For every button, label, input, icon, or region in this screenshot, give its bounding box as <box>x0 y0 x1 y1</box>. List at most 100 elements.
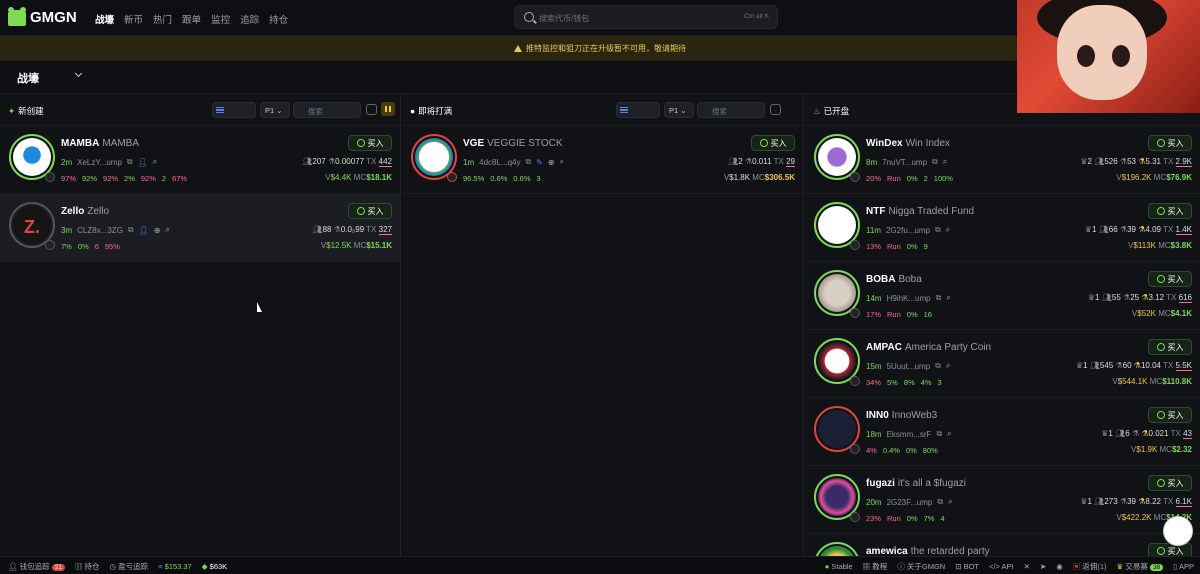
search-icon[interactable]: ⌕ <box>948 497 952 507</box>
mute-icon[interactable] <box>366 104 377 115</box>
buy-button[interactable]: 买入 <box>348 203 392 219</box>
chat-bubble-icon[interactable] <box>1163 516 1193 546</box>
page-title: 战壕 <box>17 73 39 85</box>
token-address[interactable]: Eksmm...srF <box>887 430 932 439</box>
buy-button[interactable]: 买入 <box>348 135 392 151</box>
filter-icon <box>216 107 224 113</box>
chevron-down-icon[interactable] <box>74 69 83 78</box>
token-row[interactable]: BOBA Boba 买入 14m H9ihK...ump ⧉ ⌕ 17% Run 0% 16 ♛1 👥… <box>805 262 1200 330</box>
telegram-icon[interactable]: ➤ <box>1040 562 1046 571</box>
pnl-track-link[interactable]: ◷ 盈亏追踪 <box>110 561 149 572</box>
contest-link[interactable]: ♛ 交易赛 38 <box>1117 561 1164 572</box>
buy-button[interactable]: 买入 <box>1148 543 1192 556</box>
twitter-icon[interactable]: ✕ <box>1024 562 1030 571</box>
nav-holdings[interactable]: 持仓 <box>269 12 288 26</box>
search-icon[interactable]: ⌕ <box>560 157 564 167</box>
buy-button[interactable]: 买入 <box>1148 203 1192 219</box>
search-icon[interactable]: ⌕ <box>166 225 170 235</box>
user-icon[interactable]: 👤︎ <box>138 158 148 167</box>
column-search-input[interactable]: 搜索 <box>293 102 361 118</box>
nav-new[interactable]: 新币 <box>124 12 143 26</box>
search-placeholder: 搜索代币/钱包 <box>539 14 590 23</box>
token-row[interactable]: INN0 InnoWeb3 买入 18m Eksmm...srF ⧉ ⌕ 4% 0.4% 0% 80… <box>805 398 1200 466</box>
about-link[interactable]: ⓘ 关于GMGN <box>897 561 945 572</box>
pump-badge-icon <box>447 172 457 182</box>
buy-button[interactable]: 买入 <box>1148 135 1192 151</box>
holders-icon: 👥︎ <box>1101 293 1112 302</box>
search-shortcut: Ctrl alt K <box>744 13 769 20</box>
nav-copytrade[interactable]: 跟单 <box>182 12 201 26</box>
page-select[interactable]: P1 ⌄ <box>664 102 694 118</box>
copy-icon[interactable]: ⧉ <box>526 157 532 167</box>
app-link[interactable]: ▯ APP <box>1173 562 1194 571</box>
token-row[interactable]: Z. Zello Zello 3m CLZ8x...3ZG ⧉ 👤︎ ⊕ ⌕ 7% 0% 6 95… <box>0 194 400 262</box>
nav-track[interactable]: 追踪 <box>240 12 259 26</box>
link-icon[interactable]: ✎ <box>536 158 543 167</box>
search-icon[interactable]: ⌕ <box>153 157 157 167</box>
search-icon[interactable]: ⌕ <box>947 429 951 439</box>
token-row[interactable]: AMPAC America Party Coin 买入 15m 5Uuut...ump ⧉… <box>805 330 1200 398</box>
token-address[interactable]: 2G23F...ump <box>887 498 933 507</box>
token-address[interactable]: XeLzY...ump <box>77 158 122 167</box>
copy-icon[interactable]: ⧉ <box>935 225 941 235</box>
filter-select[interactable] <box>616 102 660 118</box>
token-row[interactable]: MAMBA MAMBA 2m XeLzY...ump ⧉ 👤︎ ⌕ 97% 92% 92% 2%… <box>0 126 400 194</box>
token-address[interactable]: 2G2fu...ump <box>886 226 930 235</box>
globe-icon[interactable]: ⊕ <box>154 226 161 235</box>
token-ticker: WinDex <box>866 138 903 149</box>
copy-icon[interactable]: ⧉ <box>127 157 133 167</box>
buy-button[interactable]: 买入 <box>1148 271 1192 287</box>
token-address[interactable]: 5Uuut...ump <box>887 362 931 371</box>
copy-icon[interactable]: ⧉ <box>932 157 938 167</box>
mute-icon[interactable] <box>770 104 781 115</box>
copy-icon[interactable]: ⧉ <box>936 293 942 303</box>
crown-icon: ♛ <box>1084 225 1092 234</box>
api-link[interactable]: </> API <box>989 562 1014 571</box>
wallet-track-link[interactable]: 👤︎ 钱包追踪 21 <box>8 561 65 572</box>
token-row[interactable]: fugazi it's all a $fugazi 买入 20m 2G23F...ump… <box>805 466 1200 534</box>
video-overlay[interactable] <box>1017 0 1200 113</box>
token-row[interactable]: WinDex Win Index 买入 8m 7nuVT...ump ⧉ ⌕ 20% Run 0%… <box>805 126 1200 194</box>
stable-status[interactable]: ● Stable <box>825 562 853 571</box>
token-address[interactable]: H9ihK...ump <box>887 294 931 303</box>
tutorial-link[interactable]: ▦ 教程 <box>863 561 888 572</box>
buy-button[interactable]: 买入 <box>1148 339 1192 355</box>
column-search-input[interactable]: 搜索 <box>697 102 765 118</box>
nav-trenches[interactable]: 战壕 <box>95 12 114 26</box>
buy-button[interactable]: 买入 <box>1148 475 1192 491</box>
search-icon[interactable]: ⌕ <box>943 157 947 167</box>
token-row[interactable]: NTF Nigga Traded Fund 买入 11m 2G2fu...ump ⧉ ⌕ 13… <box>805 194 1200 262</box>
rewards-link[interactable]: ▣ 返佣(1) <box>1073 561 1107 572</box>
token-address[interactable]: 4dc8L...q4y <box>479 158 520 167</box>
pause-button[interactable] <box>381 102 395 116</box>
token-row[interactable]: amewica the retarded party 买入 <box>805 534 1200 556</box>
copy-icon[interactable]: ⧉ <box>935 361 941 371</box>
holdings-link[interactable]: ▥ 持仓 <box>75 561 100 572</box>
nav-monitor[interactable]: 监控 <box>211 12 230 26</box>
buy-button[interactable]: 买入 <box>751 135 795 151</box>
globe-icon[interactable]: ⊕ <box>548 158 555 167</box>
gmgn-logo[interactable]: GMGN <box>8 6 77 26</box>
filter-select[interactable] <box>212 102 256 118</box>
copy-icon[interactable]: ⧉ <box>937 497 943 507</box>
mouse-cursor <box>257 302 262 312</box>
search-input[interactable]: 搜索代币/钱包 Ctrl alt K <box>514 5 778 29</box>
token-address[interactable]: CLZ8x...3ZG <box>77 226 123 235</box>
token-address[interactable]: 7nuVT...ump <box>882 158 927 167</box>
copy-icon[interactable]: ⧉ <box>936 429 942 439</box>
search-icon[interactable]: ⌕ <box>946 361 950 371</box>
nav-trending[interactable]: 热门 <box>153 12 172 26</box>
buy-button[interactable]: 买入 <box>1148 407 1192 423</box>
filter-icon[interactable] <box>786 104 797 115</box>
discord-icon[interactable]: ◉ <box>1056 562 1063 571</box>
pump-badge-icon <box>45 172 55 182</box>
bot-link[interactable]: ⊡ BOT <box>955 562 979 571</box>
holders-icon: 👥︎ <box>302 157 313 166</box>
search-icon[interactable]: ⌕ <box>946 225 950 235</box>
search-icon[interactable]: ⌕ <box>946 293 950 303</box>
token-row[interactable]: VGE VEGGIE STOCK 1m 4dc8L...q4y ⧉ ✎ ⊕ ⌕ 96.5% 0… <box>402 126 803 194</box>
page-select[interactable]: P1 ⌄ <box>260 102 290 118</box>
plus-icon <box>356 139 365 147</box>
user-icon[interactable]: 👤︎ <box>139 226 149 235</box>
copy-icon[interactable]: ⧉ <box>128 225 134 235</box>
